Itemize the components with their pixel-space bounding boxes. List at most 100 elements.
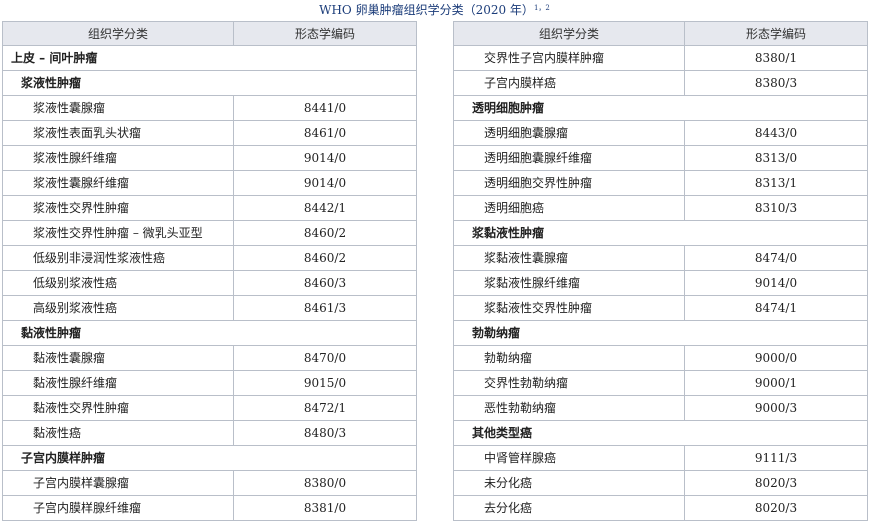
morphology-code: 8380/0 — [233, 470, 417, 496]
tumor-name: 透明细胞囊腺瘤 — [453, 120, 685, 146]
morphology-code: 9000/0 — [684, 345, 868, 371]
subgroup-seromucinous: 浆黏液性肿瘤 — [453, 220, 868, 246]
tumor-name: 未分化癌 — [453, 470, 685, 496]
right-classification-table: 组织学分类 形态学编码 交界性子宫内膜样肿瘤 8380/1 子宫内膜样癌 8380/… — [453, 21, 868, 521]
table-row: 子宫内膜样腺纤维瘤 8381/0 — [2, 495, 417, 521]
morphology-code: 8380/3 — [684, 70, 868, 96]
table-title: WHO 卵巢肿瘤组织学分类（2020 年）1，2 — [0, 2, 869, 18]
table-row: 浆液性表面乳头状瘤 8461/0 — [2, 120, 417, 146]
subgroup-serous: 浆液性肿瘤 — [2, 70, 417, 96]
tumor-name: 低级别非浸润性浆液性癌 — [2, 245, 234, 271]
group-row: 上皮 – 间叶肿瘤 — [2, 45, 417, 71]
table-row: 勃勒纳瘤 9000/0 — [453, 345, 868, 371]
subgroup-mucinous: 黏液性肿瘤 — [2, 320, 417, 346]
tumor-name: 浆液性囊腺纤维瘤 — [2, 170, 234, 196]
morphology-code: 8460/2 — [233, 220, 417, 246]
table-row: 黏液性腺纤维瘤 9015/0 — [2, 370, 417, 396]
header-row: 组织学分类 形态学编码 — [453, 21, 868, 46]
morphology-code: 9000/3 — [684, 395, 868, 421]
tumor-name: 浆黏液性腺纤维瘤 — [453, 270, 685, 296]
morphology-code: 8461/0 — [233, 120, 417, 146]
subgroup-other-carcinoma: 其他类型癌 — [453, 420, 868, 446]
tumor-name: 浆液性交界性肿瘤 — [2, 195, 234, 221]
morphology-code: 8470/0 — [233, 345, 417, 371]
morphology-code: 8313/0 — [684, 145, 868, 171]
morphology-code: 8380/1 — [684, 45, 868, 71]
title-text: WHO 卵巢肿瘤组织学分类（2020 年） — [319, 3, 534, 17]
morphology-code: 8460/3 — [233, 270, 417, 296]
tumor-name: 透明细胞交界性肿瘤 — [453, 170, 685, 196]
table-row: 浆黏液性囊腺瘤 8474/0 — [453, 245, 868, 271]
tumor-name: 浆黏液性交界性肿瘤 — [453, 295, 685, 321]
tumor-name: 透明细胞囊腺纤维瘤 — [453, 145, 685, 171]
morphology-code: 8381/0 — [233, 495, 417, 521]
table-row: 未分化癌 8020/3 — [453, 470, 868, 496]
table-row: 浆黏液性腺纤维瘤 9014/0 — [453, 270, 868, 296]
header-classification: 组织学分类 — [453, 21, 685, 46]
tumor-name: 中肾管样腺癌 — [453, 445, 685, 471]
tumor-name: 高级别浆液性癌 — [2, 295, 234, 321]
table-row: 透明细胞交界性肿瘤 8313/1 — [453, 170, 868, 196]
header-code: 形态学编码 — [684, 21, 868, 46]
tumor-name: 低级别浆液性癌 — [2, 270, 234, 296]
morphology-code: 8474/1 — [684, 295, 868, 321]
tumor-name: 浆液性交界性肿瘤 – 微乳头亚型 — [2, 220, 234, 246]
morphology-code: 8472/1 — [233, 395, 417, 421]
tumor-name: 黏液性腺纤维瘤 — [2, 370, 234, 396]
tumor-name: 浆液性表面乳头状瘤 — [2, 120, 234, 146]
morphology-code: 8442/1 — [233, 195, 417, 221]
table-row: 浆液性囊腺瘤 8441/0 — [2, 95, 417, 121]
morphology-code: 8460/2 — [233, 245, 417, 271]
table-row: 交界性子宫内膜样肿瘤 8380/1 — [453, 45, 868, 71]
morphology-code: 9014/0 — [233, 170, 417, 196]
subgroup-brenner: 勃勒纳瘤 — [453, 320, 868, 346]
table-row: 透明细胞囊腺纤维瘤 8313/0 — [453, 145, 868, 171]
table-row: 黏液性癌 8480/3 — [2, 420, 417, 446]
subgroup-row: 黏液性肿瘤 — [2, 320, 417, 346]
header-row: 组织学分类 形态学编码 — [2, 21, 417, 46]
table-row: 浆液性交界性肿瘤 8442/1 — [2, 195, 417, 221]
group-epithelial-mesenchymal: 上皮 – 间叶肿瘤 — [2, 45, 417, 71]
subgroup-row: 其他类型癌 — [453, 420, 868, 446]
table-row: 浆液性囊腺纤维瘤 9014/0 — [2, 170, 417, 196]
table-row: 浆黏液性交界性肿瘤 8474/1 — [453, 295, 868, 321]
tumor-name: 去分化癌 — [453, 495, 685, 521]
table-row: 黏液性交界性肿瘤 8472/1 — [2, 395, 417, 421]
morphology-code: 8480/3 — [233, 420, 417, 446]
table-row: 高级别浆液性癌 8461/3 — [2, 295, 417, 321]
table-row: 浆液性腺纤维瘤 9014/0 — [2, 145, 417, 171]
tumor-name: 交界性勃勒纳瘤 — [453, 370, 685, 396]
tumor-name: 恶性勃勒纳瘤 — [453, 395, 685, 421]
table-row: 去分化癌 8020/3 — [453, 495, 868, 521]
morphology-code: 9000/1 — [684, 370, 868, 396]
morphology-code: 8020/3 — [684, 495, 868, 521]
subgroup-row: 浆液性肿瘤 — [2, 70, 417, 96]
subgroup-endometrioid: 子宫内膜样肿瘤 — [2, 445, 417, 471]
table-row: 黏液性囊腺瘤 8470/0 — [2, 345, 417, 371]
tumor-name: 黏液性囊腺瘤 — [2, 345, 234, 371]
table-row: 交界性勃勒纳瘤 9000/1 — [453, 370, 868, 396]
morphology-code: 9014/0 — [684, 270, 868, 296]
morphology-code: 8474/0 — [684, 245, 868, 271]
tumor-name: 黏液性交界性肿瘤 — [2, 395, 234, 421]
subgroup-row: 浆黏液性肿瘤 — [453, 220, 868, 246]
table-row: 中肾管样腺癌 9111/3 — [453, 445, 868, 471]
tumor-name: 子宫内膜样癌 — [453, 70, 685, 96]
tumor-name: 浆液性囊腺瘤 — [2, 95, 234, 121]
tumor-name: 黏液性癌 — [2, 420, 234, 446]
morphology-code: 8461/3 — [233, 295, 417, 321]
header-classification: 组织学分类 — [2, 21, 234, 46]
table-row: 子宫内膜样癌 8380/3 — [453, 70, 868, 96]
header-code: 形态学编码 — [233, 21, 417, 46]
table-row: 子宫内膜样囊腺瘤 8380/0 — [2, 470, 417, 496]
tumor-name: 勃勒纳瘤 — [453, 345, 685, 371]
subgroup-row: 勃勒纳瘤 — [453, 320, 868, 346]
left-classification-table: 组织学分类 形态学编码 上皮 – 间叶肿瘤 浆液性肿瘤 浆液性囊腺瘤 8441/0… — [2, 21, 417, 521]
table-row: 低级别浆液性癌 8460/3 — [2, 270, 417, 296]
subgroup-row: 透明细胞肿瘤 — [453, 95, 868, 121]
tumor-name: 浆液性腺纤维瘤 — [2, 145, 234, 171]
table-row: 低级别非浸润性浆液性癌 8460/2 — [2, 245, 417, 271]
morphology-code: 8441/0 — [233, 95, 417, 121]
morphology-code: 9111/3 — [684, 445, 868, 471]
table-row: 恶性勃勒纳瘤 9000/3 — [453, 395, 868, 421]
